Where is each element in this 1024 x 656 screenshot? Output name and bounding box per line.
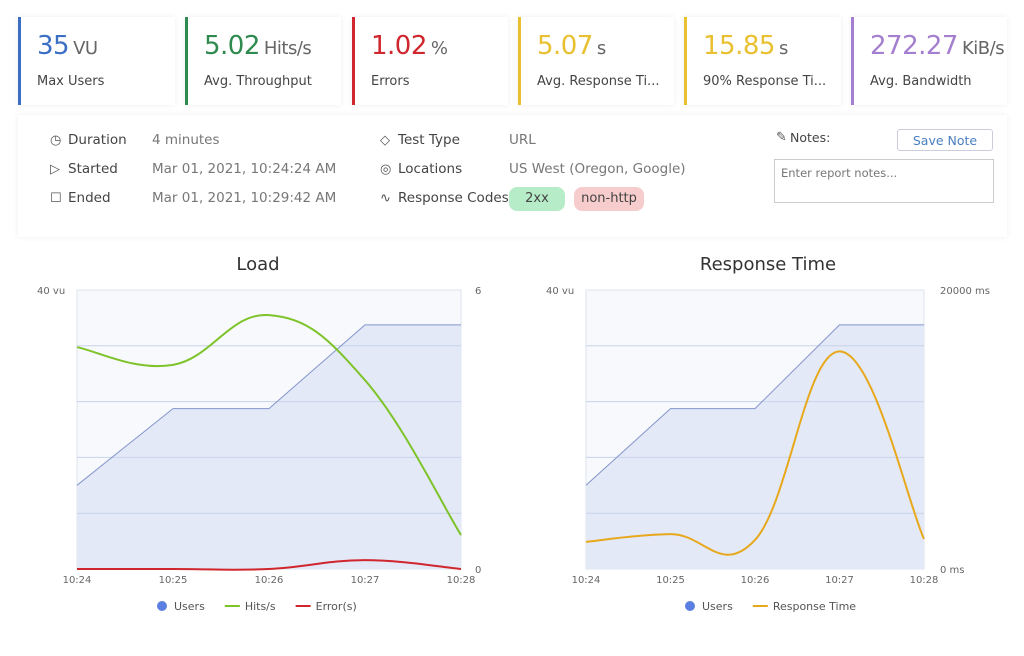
notes-header: ✎ Notes: [776,130,830,145]
legend-item: Error(s) [316,600,357,613]
stat-label: Avg. Bandwidth [870,74,972,89]
legend-item: Hits/s [245,600,276,613]
legend-item: Users [702,600,733,613]
response-time-chart: Response Time 40 vu 20000 ms 0 ms 10:24 10:25… [546,254,990,613]
x-tick-label: 10:25 [656,575,685,586]
stat-number: 15.85 [703,31,775,61]
stat-unit: VU [73,38,98,59]
stat-card-avg-bandwidth: 272.27 KiB/s Avg. Bandwidth [851,17,1007,105]
load-chart: Load 40 vu 6 0 10:24 10:25 10:26 10:27 10:28 User… [37,254,481,613]
legend-item: Response Time [773,600,856,613]
stat-number: 5.07 [537,31,593,61]
y-right-max-label: 20000 ms [940,286,990,297]
duration-row: ◷ Duration [50,132,127,148]
stat-label: Max Users [37,74,105,89]
legend-users-marker [157,601,167,611]
ended-value: Mar 01, 2021, 10:29:42 AM [152,190,337,206]
stat-number: 5.02 [204,31,260,61]
y-right-min-label: 0 [475,565,481,576]
test-type-row: ◇ Test Type [380,132,460,148]
stat-card-avg-throughput: 5.02 Hits/s Avg. Throughput [185,17,341,105]
y-left-max-label: 40 vu [546,286,574,297]
tag-icon: ◇ [380,132,390,148]
chart-title: Load [236,254,279,275]
stop-icon: ☐ [50,190,62,206]
stat-value: 1.02% [371,31,448,61]
x-tick-label: 10:26 [255,575,284,586]
y-right-max-label: 6 [475,286,481,297]
stat-value: 5.07 s [537,31,606,61]
legend-users-marker [685,601,695,611]
test-type-label: Test Type [398,132,460,148]
code-badge-2xx: 2xx [509,187,565,211]
save-note-button[interactable]: Save Note [897,129,993,151]
stat-unit: Hits/s [263,38,312,59]
x-tick-label: 10:28 [447,575,476,586]
location-pin-icon: ◎ [380,161,392,177]
locations-label: Locations [398,161,463,177]
x-tick-label: 10:27 [351,575,380,586]
x-tick-label: 10:25 [159,575,188,586]
y-left-max-label: 40 vu [37,286,65,297]
stat-unit: s [596,38,606,59]
stat-number: 35 [37,31,70,61]
response-codes-row: ∿ Response Codes [380,190,509,206]
started-label: Started [68,161,118,177]
x-tick-label: 10:27 [825,575,854,586]
ended-label: Ended [68,190,111,206]
x-tick-label: 10:26 [741,575,770,586]
stat-label: Errors [371,74,410,89]
stat-card-90-response-ti: 15.85 s 90% Response Ti... [684,17,841,105]
stat-label: Avg. Response Ti... [537,74,660,89]
x-tick-label: 10:28 [910,575,939,586]
stat-unit: s [778,38,788,59]
test-type-value: URL [509,132,536,148]
stat-value: 35 VU [37,31,98,61]
pulse-icon: ∿ [380,190,391,206]
stat-value: 272.27 KiB/s [870,31,1005,61]
play-icon: ▷ [50,161,60,177]
stat-label: 90% Response Ti... [703,74,827,89]
stat-unit: KiB/s [961,38,1005,59]
started-row: ▷ Started [50,161,118,177]
duration-value: 4 minutes [152,132,220,148]
code-badge-non-http: non-http [574,187,644,211]
legend-item: Users [174,600,205,613]
stat-card-errors: 1.02% Errors [352,17,508,105]
duration-label: Duration [68,132,127,148]
stat-card-avg-response-ti: 5.07 s Avg. Response Ti... [518,17,674,105]
notes-input[interactable] [774,159,994,203]
stat-value: 15.85 s [703,31,788,61]
stat-unit: % [430,38,448,59]
response-codes-label: Response Codes [398,190,509,206]
x-tick-label: 10:24 [572,575,601,586]
locations-value: US West (Oregon, Google) [509,161,686,177]
ended-row: ☐ Ended [50,190,111,206]
y-right-min-label: 0 ms [940,565,965,576]
notes-label: Notes: [790,130,831,145]
clock-icon: ◷ [50,132,62,148]
test-details-panel: ◷ Duration 4 minutes ▷ Started Mar 01, 202… [18,115,1007,237]
locations-row: ◎ Locations [380,161,462,177]
stat-value: 5.02 Hits/s [204,31,312,61]
stat-label: Avg. Throughput [204,74,312,89]
started-value: Mar 01, 2021, 10:24:24 AM [152,161,337,177]
stat-number: 1.02 [371,31,427,61]
x-tick-label: 10:24 [63,575,92,586]
stat-card-max-users: 35 VU Max Users [18,17,175,105]
chart-title: Response Time [700,254,836,275]
stat-number: 272.27 [870,31,958,61]
pencil-icon: ✎ [776,130,787,145]
